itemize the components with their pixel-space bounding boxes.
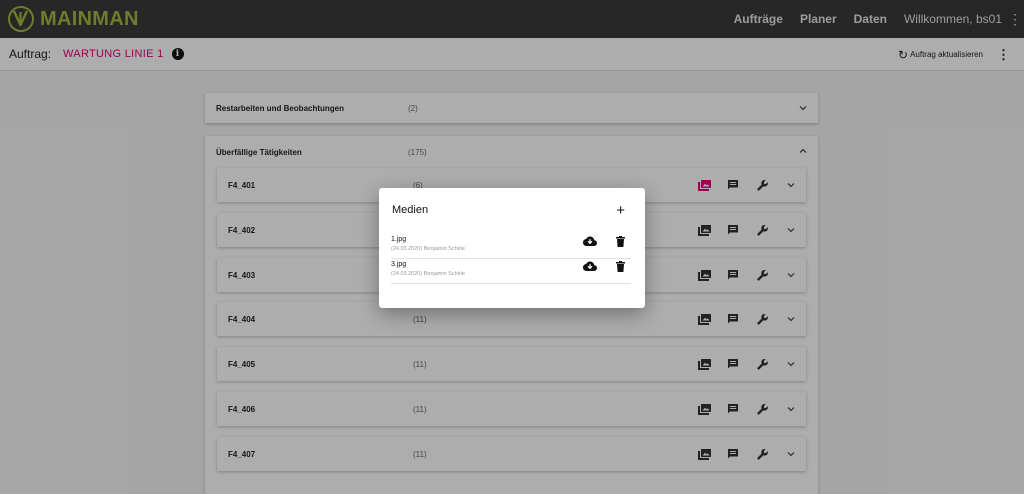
cloud-download-icon[interactable] [583,236,597,247]
media-file-meta: (24.03.2020) Benjamin Schirle [391,271,465,277]
media-item: 1.jpg (24.03.2020) Benjamin Schirle [391,233,631,259]
media-file-meta: (24.03.2020) Benjamin Schirle [391,246,465,252]
media-item: 3.jpg (24.03.2020) Benjamin Schirle [391,258,631,284]
add-icon[interactable]: + [616,203,625,218]
media-file-name: 3.jpg [391,261,407,268]
delete-icon[interactable] [616,261,625,272]
cloud-download-icon[interactable] [583,261,597,272]
media-dialog: Medien + 1.jpg (24.03.2020) Benjamin Sch… [379,188,645,308]
delete-icon[interactable] [616,236,625,247]
dialog-title: Medien [392,204,429,216]
media-file-name: 1.jpg [391,236,407,243]
